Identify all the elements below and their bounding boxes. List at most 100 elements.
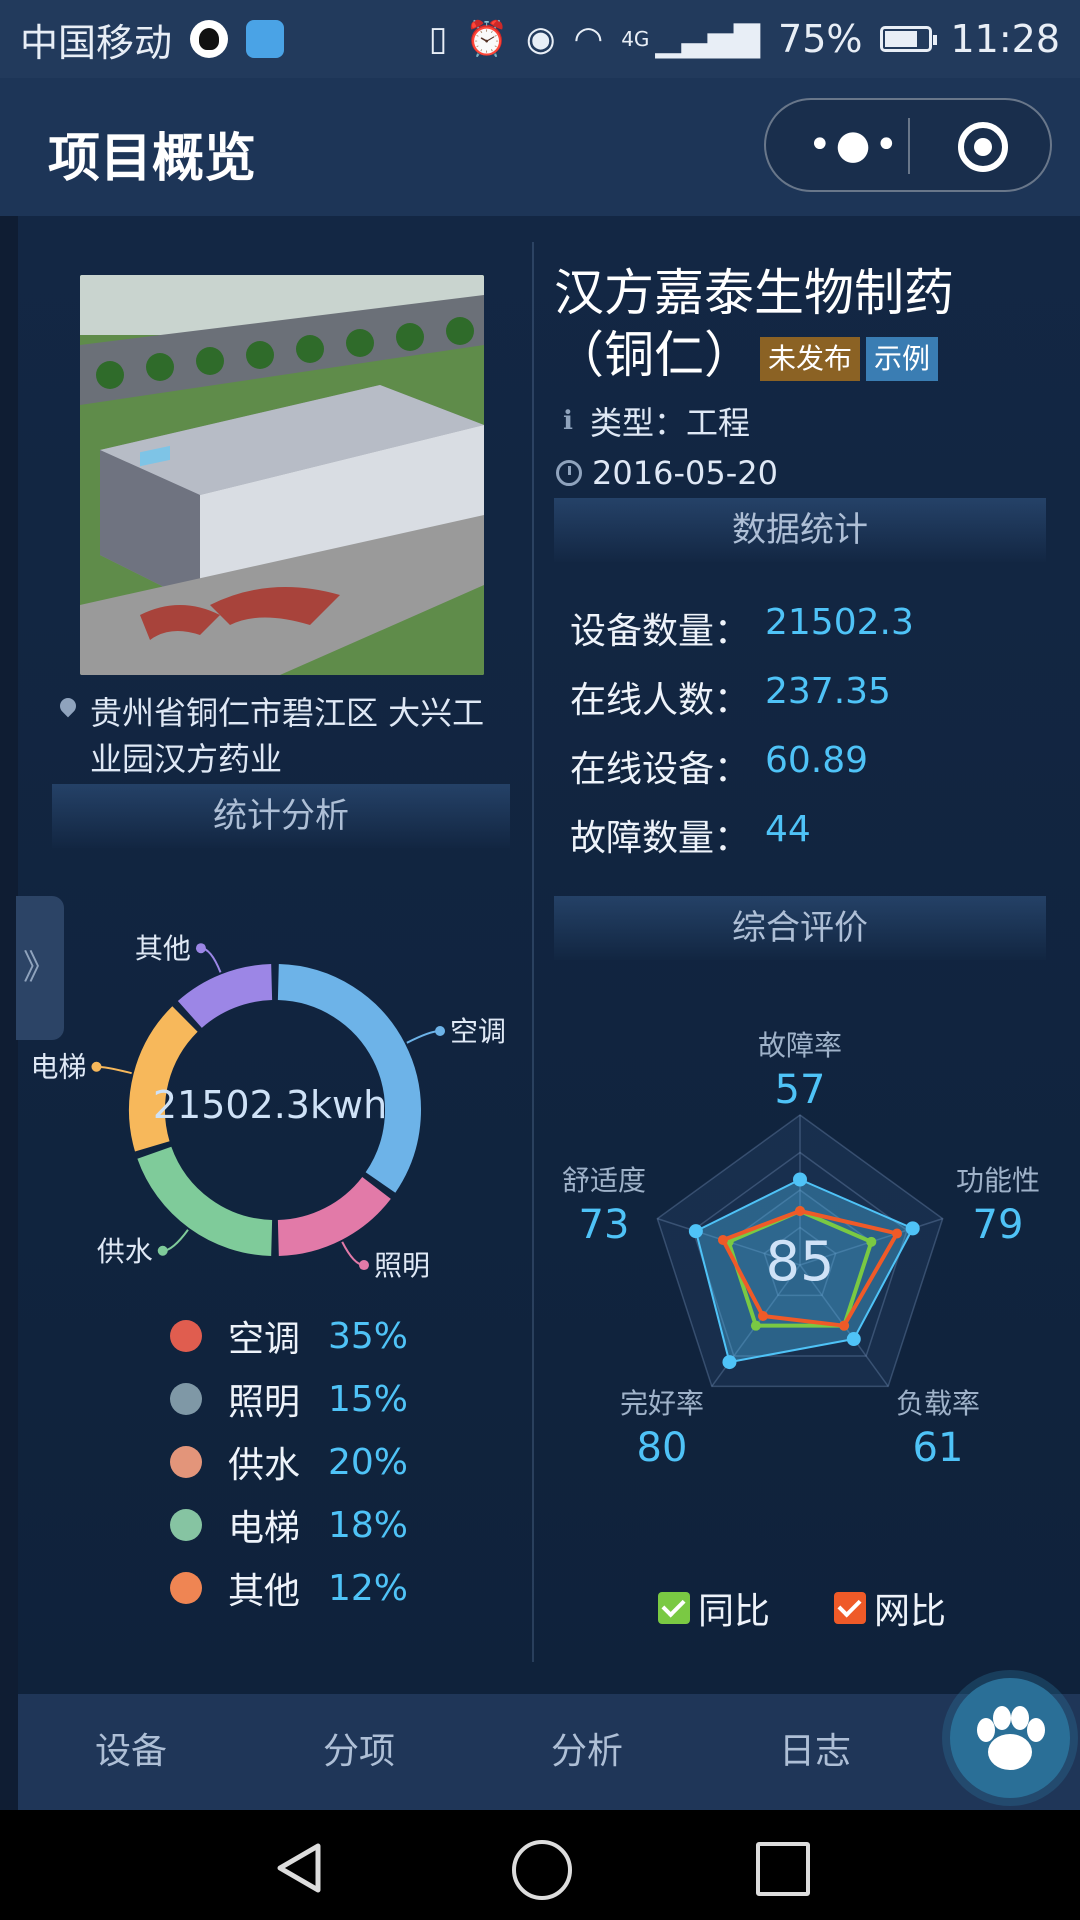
- status-bar: 中国移动 ▯ ⏰ ◉ ◠ 4G ▁▃▅▇ 75% 11:28: [0, 0, 1080, 78]
- donut-slice-1: [277, 1176, 391, 1256]
- radar-axis-value: 79: [973, 1202, 1024, 1248]
- project-date: 2016-05-20: [556, 454, 778, 492]
- close-target-button[interactable]: [958, 122, 1008, 172]
- wifi-icon: ◠: [573, 19, 604, 59]
- signal-icon: ▁▃▅▇: [655, 19, 761, 59]
- data-stats-header: 数据统计: [554, 498, 1046, 562]
- project-type-text: 类型：工程: [590, 404, 751, 442]
- radar-axis-value: 80: [637, 1425, 688, 1471]
- stat-label: 故障数量：: [570, 818, 751, 859]
- status-bar-right: ▯ ⏰ ◉ ◠ 4G ▁▃▅▇ 75% 11:28: [429, 17, 1060, 61]
- stat-row-online-users: 在线人数： 237.35: [570, 671, 1030, 723]
- factory-illustration: [80, 275, 484, 675]
- energy-donut-chart: 空调照明 供水 电梯 其他 21502.3kwh: [30, 932, 506, 1280]
- back-icon[interactable]: [272, 1840, 328, 1896]
- legend-yoy-label: 同比: [698, 1591, 771, 1632]
- tab-devices[interactable]: 设备: [66, 1694, 196, 1810]
- donut-label-dot: [435, 1026, 446, 1037]
- legend-net[interactable]: 网比: [834, 1582, 946, 1634]
- project-name-line2: （铜仁）: [554, 326, 754, 384]
- donut-label-text: 照明: [374, 1249, 430, 1280]
- legend-item: 照明 15%: [170, 1373, 470, 1425]
- tab-analysis[interactable]: 分析: [522, 1694, 652, 1810]
- donut-label-text: 供水: [97, 1235, 153, 1268]
- stat-label: 设备数量：: [570, 611, 751, 652]
- title-bar: 项目概览 •●•: [0, 78, 1080, 216]
- checkbox-icon[interactable]: [834, 1592, 866, 1624]
- donut-slice-4: [177, 964, 273, 1029]
- radar-point: [688, 1224, 703, 1239]
- bottom-tab-bar: 设备 分项 分析 日志: [18, 1694, 1080, 1810]
- stat-value: 237.35: [765, 671, 891, 712]
- legend-yoy[interactable]: 同比: [658, 1582, 770, 1634]
- radar-axis-label: 负载率: [896, 1387, 980, 1420]
- tab-subitems[interactable]: 分项: [294, 1694, 424, 1810]
- carrier-label: 中国移动: [20, 20, 173, 65]
- stat-label: 在线人数：: [570, 680, 751, 721]
- clock-time: 11:28: [950, 17, 1060, 61]
- info-icon: ℹ: [563, 406, 573, 436]
- evaluation-header: 综合评价: [554, 896, 1046, 960]
- radar-point: [793, 1172, 807, 1187]
- project-name-line1: 汉方嘉泰生物制药: [554, 264, 954, 322]
- legend-name: 空调: [228, 1319, 301, 1360]
- radar-axis-label: 故障率: [758, 1029, 842, 1062]
- legend-percent: 35%: [328, 1315, 409, 1357]
- radar-point: [750, 1320, 761, 1331]
- radar-point: [757, 1310, 768, 1321]
- radar-center-score: 85: [766, 1230, 835, 1293]
- column-divider: [532, 242, 534, 1662]
- project-address: 贵州省铜仁市碧江区 大兴工业园汉方药业: [56, 690, 500, 782]
- legend-item: 其他 12%: [170, 1562, 470, 1614]
- radar-point: [866, 1236, 877, 1247]
- radar-axis-label: 功能性: [956, 1164, 1040, 1197]
- donut-label-text: 电梯: [30, 1051, 86, 1084]
- legend-dot: [170, 1572, 202, 1604]
- donut-label-text: 其他: [135, 932, 191, 965]
- donut-label-text: 空调: [450, 1015, 506, 1048]
- vibrate-icon: ▯: [428, 19, 448, 59]
- legend-percent: 20%: [328, 1441, 409, 1483]
- alarm-icon: ⏰: [465, 19, 508, 59]
- stat-row-devices: 设备数量： 21502.3: [570, 602, 1030, 654]
- donut-slice-2: [137, 1146, 273, 1256]
- radar-point: [905, 1221, 920, 1236]
- network-type-label: 4G: [621, 27, 650, 51]
- radar-axis-label: 舒适度: [562, 1164, 646, 1197]
- donut-label-line: [96, 1065, 132, 1075]
- donut-label-dot: [91, 1061, 102, 1072]
- project-type: ℹ 类型：工程: [556, 398, 750, 444]
- donut-label-dot: [195, 943, 206, 954]
- legend-item: 电梯 18%: [170, 1499, 470, 1551]
- legend-name: 供水: [228, 1445, 301, 1486]
- clock-icon: [556, 460, 582, 486]
- radar-point: [795, 1206, 805, 1216]
- tab-log[interactable]: 日志: [750, 1694, 880, 1810]
- radar-axis-label: 完好率: [620, 1387, 704, 1420]
- legend-item: 空调 35%: [170, 1310, 470, 1362]
- miniprogram-capsule: •●•: [764, 98, 1052, 192]
- paw-menu-button[interactable]: [950, 1678, 1070, 1798]
- checkbox-icon[interactable]: [658, 1592, 690, 1624]
- evaluation-radar-chart: 故障率 57 功能性 79 负载率 61 完好率 80 舒适度 73 85: [562, 1029, 1040, 1471]
- unpublished-badge: 未发布: [760, 336, 861, 381]
- stat-value: 21502.3: [765, 602, 914, 643]
- stat-row-faults: 故障数量： 44: [570, 809, 1030, 861]
- home-icon[interactable]: [512, 1840, 572, 1900]
- stat-value: 60.89: [765, 740, 869, 781]
- radar-point: [846, 1332, 861, 1347]
- more-menu-button[interactable]: •●•: [808, 122, 902, 168]
- battery-fill: [885, 31, 917, 47]
- radar-point: [839, 1320, 850, 1331]
- radar-axis-value: 73: [579, 1202, 630, 1248]
- status-bar-left: 中国移动: [20, 12, 285, 67]
- page-title: 项目概览: [48, 129, 257, 189]
- legend-percent: 12%: [328, 1567, 409, 1609]
- donut-label-line: [406, 1030, 441, 1044]
- project-date-text: 2016-05-20: [592, 454, 778, 492]
- battery-icon: [880, 26, 938, 52]
- donut-center-label: 21502.3kwh: [153, 1083, 387, 1127]
- legend-percent: 18%: [328, 1504, 409, 1546]
- donut-label-dot: [157, 1245, 168, 1256]
- recent-apps-icon[interactable]: [756, 1842, 810, 1896]
